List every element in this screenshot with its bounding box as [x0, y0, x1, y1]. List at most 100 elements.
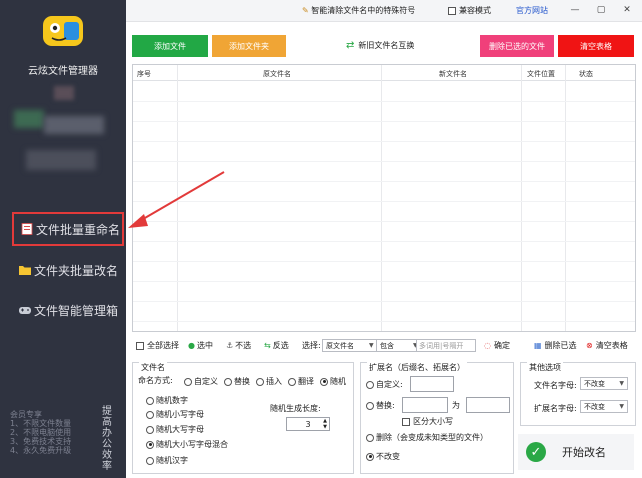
row-line — [133, 301, 635, 302]
document-icon — [21, 223, 33, 235]
folder-icon — [19, 266, 31, 275]
radio-label: 随机汉字 — [156, 456, 188, 465]
deselect-button[interactable]: ⚓ 不选 — [226, 340, 251, 351]
mode-random-radio[interactable]: 随机 — [320, 376, 346, 387]
radio-label: 随机 — [330, 377, 346, 386]
official-site-link[interactable]: 官方网站 — [516, 5, 548, 16]
anchor-icon: ⚓ — [226, 341, 234, 350]
compat-mode-checkbox[interactable]: 兼容模式 — [448, 5, 491, 16]
mode-translate-radio[interactable]: 翻译 — [288, 376, 314, 387]
random-uppercase-radio[interactable]: 随机大写字母 — [146, 424, 204, 435]
match-select[interactable]: 包含 ▼ — [376, 339, 422, 352]
selection-bar: 全部选择 ● 选中 ⚓ 不选 ⇆ 反选 选择: 原文件名 ▼ 包含 ▼ 多词用|… — [132, 337, 636, 355]
refresh-icon: ◌ — [484, 341, 491, 350]
col-index[interactable]: 序号 — [137, 69, 151, 79]
ext-replace-from-input[interactable] — [402, 397, 448, 413]
mode-insert-radio[interactable]: 插入 — [256, 376, 282, 387]
blurred-info — [14, 110, 44, 128]
radio-label: 替换 — [234, 377, 250, 386]
start-rename-label: 开始改名 — [562, 446, 606, 459]
check-circle-icon: ● — [188, 341, 195, 350]
ext-replace-to-input[interactable] — [466, 397, 510, 413]
radio-circle — [184, 377, 192, 386]
maximize-button[interactable]: ▢ — [594, 3, 608, 17]
ext-case-value: 不改变 — [584, 402, 605, 411]
case-sensitive-checkbox[interactable]: 区分大小写 — [402, 416, 453, 427]
radio-label: 自定义 — [194, 377, 218, 386]
ext-unchanged-radio[interactable]: 不改变 — [366, 451, 400, 462]
other-options-title: 其他选项 — [527, 362, 563, 373]
col-new-name[interactable]: 新文件名 — [439, 69, 467, 79]
checkmark-icon: ✓ — [526, 442, 546, 462]
match-select-value: 包含 — [380, 341, 394, 350]
chevron-down-icon: ▼ — [619, 380, 624, 387]
deselect-label: 不选 — [235, 341, 252, 350]
radio-circle — [146, 410, 154, 419]
clear-table-label: 清空表格 — [595, 341, 628, 350]
title-bar: ✎ 智能清除文件名中的特殊符号 兼容模式 官方网站 — ▢ ✕ — [126, 0, 642, 22]
ext-case-select[interactable]: 不改变 ▼ — [580, 400, 628, 413]
radio-circle — [366, 433, 374, 442]
keyword-input[interactable]: 多词用|号隔开 — [416, 339, 476, 352]
spin-arrows-icon: ▲ ▼ — [323, 418, 327, 430]
add-folder-button[interactable]: 添加文件夹 — [212, 35, 286, 57]
col-location[interactable]: 文件位置 — [527, 69, 555, 79]
random-mixed-case-radio[interactable]: 随机大小写字母混合 — [146, 439, 228, 450]
field-select[interactable]: 原文件名 ▼ — [322, 339, 378, 352]
swap-names-button[interactable]: ⇄ 新旧文件名互换 — [346, 40, 414, 51]
ext-delete-radio[interactable]: 删除（会变成未知类型的文件） — [366, 432, 488, 443]
promo-text: 会员专享 1、不限文件数量 2、不限电脑使用 3、免费技术支持 4、永久免费升级 — [10, 410, 106, 455]
col-status[interactable]: 状态 — [579, 69, 593, 79]
mode-custom-radio[interactable]: 自定义 — [184, 376, 218, 387]
other-options-panel: 其他选项 — [520, 362, 636, 426]
filename-case-select[interactable]: 不改变 ▼ — [580, 377, 628, 390]
radio-label: 随机大小写字母混合 — [156, 440, 228, 449]
ext-custom-input[interactable] — [410, 376, 454, 392]
nav-smart-manager[interactable]: 文件智能管理箱 — [0, 296, 126, 324]
promo-line: 2、不限电脑使用 — [10, 428, 72, 437]
start-rename-button[interactable]: ✓ 开始改名 — [518, 434, 634, 470]
add-file-button[interactable]: 添加文件 — [132, 35, 208, 57]
promo-char: 提 — [102, 406, 112, 417]
swap-label: 新旧文件名互换 — [358, 41, 415, 50]
promo-char: 率 — [102, 461, 112, 472]
minimize-button[interactable]: — — [568, 3, 582, 17]
random-chinese-radio[interactable]: 随机汉字 — [146, 455, 188, 466]
delete-selected-button[interactable]: ▦ 删除已选 — [534, 340, 577, 351]
radio-circle — [366, 452, 374, 461]
clear-table-button[interactable]: 清空表格 — [558, 35, 634, 57]
nav-folder-rename[interactable]: 文件夹批量改名 — [0, 256, 126, 284]
radio-circle — [146, 425, 154, 434]
blurred-info — [54, 86, 74, 100]
ext-custom-radio[interactable]: 自定义: — [366, 379, 403, 390]
nav-batch-rename[interactable]: 文件批量重命名 — [12, 212, 124, 246]
random-lowercase-radio[interactable]: 随机小写字母 — [146, 409, 204, 420]
radio-circle — [256, 377, 264, 386]
col-old-name[interactable]: 原文件名 — [263, 69, 291, 79]
random-digits-radio[interactable]: 随机数字 — [146, 395, 188, 406]
row-line — [133, 101, 635, 102]
annotation-arrow — [128, 171, 225, 228]
close-button[interactable]: ✕ — [620, 3, 634, 17]
row-line — [133, 261, 635, 262]
radio-circle — [146, 440, 154, 449]
radio-circle — [320, 377, 328, 386]
radio-circle — [366, 401, 374, 410]
radio-circle — [366, 380, 374, 389]
gamepad-icon — [19, 307, 31, 314]
ext-replace-radio[interactable]: 替换: — [366, 400, 395, 411]
invert-button[interactable]: ⇆ 反选 — [264, 340, 289, 351]
select-button[interactable]: ● 选中 — [188, 340, 213, 351]
confirm-button[interactable]: ◌ 确定 — [484, 340, 510, 351]
random-length-stepper[interactable]: 3 ▲ ▼ — [286, 417, 330, 431]
promo-char: 公 — [102, 439, 112, 450]
mode-replace-radio[interactable]: 替换 — [224, 376, 250, 387]
checkbox-box — [402, 417, 410, 426]
clear-special-chars-button[interactable]: ✎ 智能清除文件名中的特殊符号 — [302, 5, 415, 16]
column-divider — [381, 65, 382, 331]
select-all-checkbox[interactable]: 全部选择 — [136, 340, 179, 351]
naming-mode-label: 命名方式: — [138, 376, 173, 385]
delete-selected-files-button[interactable]: 删除已选的文件 — [480, 35, 554, 57]
table-header: 序号 原文件名 新文件名 文件位置 状态 — [133, 65, 635, 81]
clear-table-small-button[interactable]: ⊗ 清空表格 — [586, 340, 628, 351]
